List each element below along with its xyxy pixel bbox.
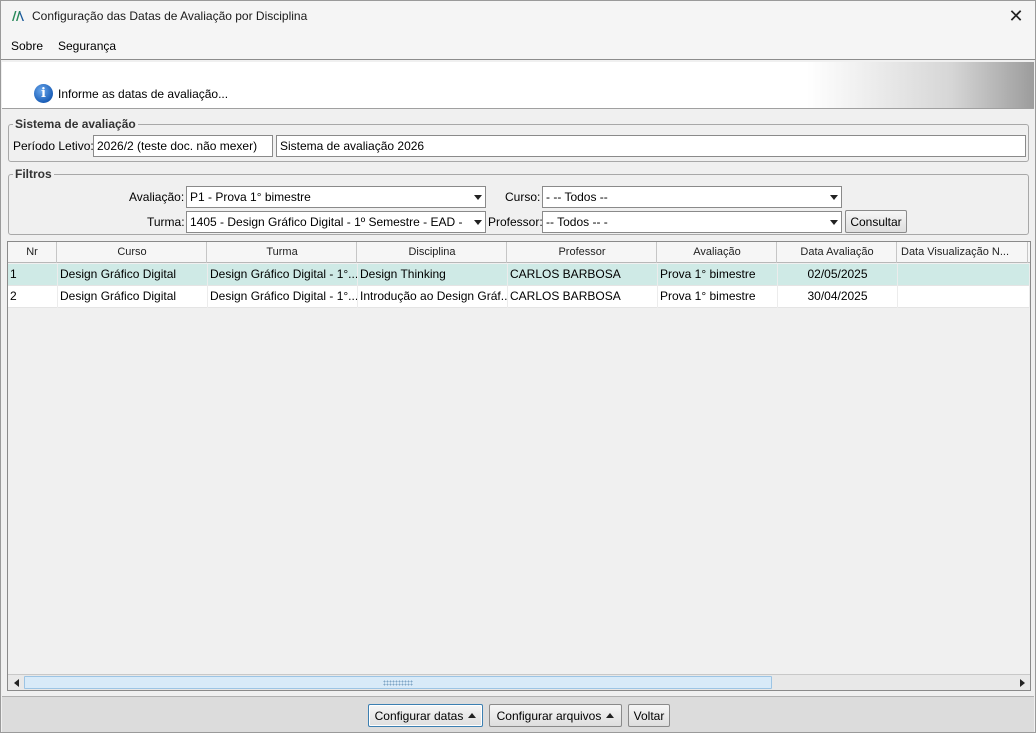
professor-label: Professor: (488, 215, 543, 229)
cell-curso: Design Gráfico Digital (58, 286, 208, 308)
cell-nr: 1 (8, 264, 58, 286)
scroll-right-button[interactable] (1014, 675, 1030, 690)
column-header-curso[interactable]: Curso (58, 242, 207, 263)
configurar-datas-button[interactable]: Configurar datas (368, 704, 483, 727)
info-banner: i Informe as datas de avaliação... (2, 62, 1034, 109)
scroll-left-button[interactable] (8, 675, 24, 690)
menu-bar: Sobre Segurança (1, 32, 1035, 60)
chevron-down-icon (830, 220, 838, 225)
configurar-datas-label: Configurar datas (374, 708, 464, 723)
menu-item-seguranca[interactable]: Segurança (58, 39, 116, 53)
chevron-down-icon (830, 195, 838, 200)
voltar-button[interactable]: Voltar (628, 704, 670, 727)
avaliacao-select[interactable]: P1 - Prova 1° bimestre (186, 186, 486, 208)
turma-select-value: 1405 - Design Gráfico Digital - 1º Semes… (190, 215, 463, 229)
column-header-data-visualizacao[interactable]: Data Visualização N... (898, 242, 1028, 263)
sistema-avaliacao-legend: Sistema de avaliação (13, 117, 138, 131)
scrollbar-thumb[interactable] (24, 676, 772, 689)
column-header-professor[interactable]: Professor (508, 242, 657, 263)
title-bar: Configuração das Datas de Avaliação por … (1, 1, 1035, 32)
column-header-turma[interactable]: Turma (208, 242, 357, 263)
configurar-arquivos-button[interactable]: Configurar arquivos (489, 704, 622, 727)
cell-professor: CARLOS BARBOSA (508, 286, 658, 308)
consultar-button[interactable]: Consultar (845, 210, 907, 233)
cell-data-avaliacao: 30/04/2025 (778, 286, 898, 308)
column-header-nr[interactable]: Nr (8, 242, 57, 263)
cell-curso: Design Gráfico Digital (58, 264, 208, 286)
caret-up-icon (468, 713, 477, 718)
chevron-down-icon (474, 195, 482, 200)
periodo-letivo-label: Período Letivo: (13, 139, 94, 153)
turma-label: Turma: (147, 215, 185, 229)
sistema-avaliacao-field[interactable]: Sistema de avaliação 2026 (276, 135, 1026, 157)
window-title: Configuração das Datas de Avaliação por … (32, 9, 308, 23)
arrow-left-icon (13, 678, 19, 687)
cell-turma: Design Gráfico Digital - 1°... (208, 264, 358, 286)
curso-select[interactable]: - -- Todos -- (542, 186, 842, 208)
cell-avaliacao: Prova 1° bimestre (658, 264, 778, 286)
info-icon: i (34, 84, 53, 103)
column-header-avaliacao[interactable]: Avaliação (658, 242, 777, 263)
cell-avaliacao: Prova 1° bimestre (658, 286, 778, 308)
close-icon: ✕ (1008, 6, 1024, 26)
filtros-group: Filtros Avaliação: P1 - Prova 1° bimestr… (8, 167, 1029, 235)
sistema-avaliacao-group: Sistema de avaliação Período Letivo: 202… (8, 117, 1029, 162)
horizontal-scrollbar[interactable] (8, 674, 1030, 690)
arrow-right-icon (1019, 678, 1025, 687)
column-header-data-avaliacao[interactable]: Data Avaliação (778, 242, 897, 263)
cell-data-visualizacao (898, 286, 1030, 308)
table-row[interactable]: 2 Design Gráfico Digital Design Gráfico … (8, 286, 1030, 308)
app-window: Configuração das Datas de Avaliação por … (0, 0, 1036, 733)
filtros-legend: Filtros (13, 167, 54, 181)
cell-turma: Design Gráfico Digital - 1°... (208, 286, 358, 308)
app-logo-icon (12, 11, 24, 21)
periodo-letivo-field[interactable]: 2026/2 (teste doc. não mexer) (93, 135, 273, 157)
grip-icon (383, 680, 413, 686)
avaliacao-label: Avaliação: (129, 190, 185, 204)
cell-disciplina: Introdução ao Design Gráf... (358, 286, 508, 308)
curso-label: Curso: (505, 190, 541, 204)
menu-item-sobre[interactable]: Sobre (11, 39, 43, 53)
professor-select-value: -- Todos -- - (546, 215, 608, 229)
turma-select[interactable]: 1405 - Design Gráfico Digital - 1º Semes… (186, 211, 486, 233)
chevron-down-icon (474, 220, 482, 225)
cell-disciplina: Design Thinking (358, 264, 508, 286)
table-row[interactable]: 1 Design Gráfico Digital Design Gráfico … (8, 264, 1030, 286)
grid-header: Nr Curso Turma Disciplina Professor Aval… (8, 242, 1030, 263)
action-bar: Configurar datas Configurar arquivos Vol… (2, 696, 1034, 732)
avaliacao-select-value: P1 - Prova 1° bimestre (190, 190, 311, 204)
cell-nr: 2 (8, 286, 58, 308)
close-button[interactable]: ✕ (997, 1, 1035, 32)
avaliacoes-grid: Nr Curso Turma Disciplina Professor Aval… (7, 241, 1031, 691)
professor-select[interactable]: -- Todos -- - (542, 211, 842, 233)
cell-professor: CARLOS BARBOSA (508, 264, 658, 286)
column-header-disciplina[interactable]: Disciplina (358, 242, 507, 263)
curso-select-value: - -- Todos -- (546, 190, 608, 204)
cell-data-visualizacao (898, 264, 1030, 286)
info-message: Informe as datas de avaliação... (58, 87, 229, 101)
configurar-arquivos-label: Configurar arquivos (496, 708, 602, 723)
caret-up-icon (606, 713, 615, 718)
cell-data-avaliacao: 02/05/2025 (778, 264, 898, 286)
